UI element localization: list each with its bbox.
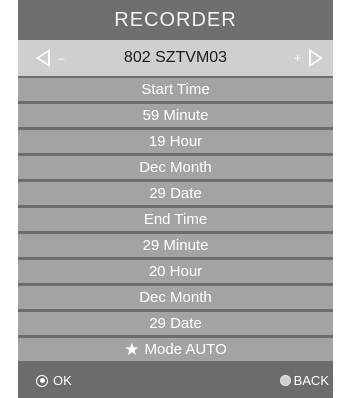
plus-sign: + (293, 51, 301, 65)
start-minute-item[interactable]: 59 Minute (18, 104, 333, 127)
channel-selector[interactable]: – 802 SZTVM03 + (18, 40, 333, 76)
recorder-panel: RECORDER – 802 SZTVM03 + Start Time 59 M… (18, 0, 333, 398)
page-title: RECORDER (114, 8, 237, 31)
start-hour-item[interactable]: 19 Hour (18, 130, 333, 153)
start-month-item[interactable]: Dec Month (18, 156, 333, 179)
end-date-item[interactable]: 29 Date (18, 312, 333, 335)
start-date-item[interactable]: 29 Date (18, 182, 333, 205)
ok-circle-icon (36, 374, 48, 387)
triangle-left-icon (36, 49, 50, 67)
triangle-right-icon (309, 49, 323, 67)
channel-prev-button[interactable]: – (36, 48, 65, 68)
ok-label: OK (53, 373, 72, 388)
back-dot-icon (279, 375, 291, 386)
end-hour-item[interactable]: 20 Hour (18, 260, 333, 283)
mode-item[interactable]: ★ Mode AUTO (18, 338, 333, 361)
back-label: BACK (293, 373, 329, 388)
end-minute-item[interactable]: 29 Minute (18, 234, 333, 257)
recorder-settings-list: Start Time 59 Minute 19 Hour Dec Month 2… (18, 78, 333, 364)
end-time-header: End Time (18, 208, 333, 231)
end-month-item[interactable]: Dec Month (18, 286, 333, 309)
mode-label: Mode AUTO (144, 341, 227, 358)
start-time-header: Start Time (18, 78, 333, 101)
minus-sign: – (58, 51, 65, 65)
channel-next-button[interactable]: + (294, 48, 323, 68)
title-bar: RECORDER (18, 0, 333, 40)
ok-button[interactable]: OK (36, 373, 72, 388)
footer-bar: OK BACK (18, 364, 333, 398)
channel-name: 802 SZTVM03 (123, 49, 228, 66)
star-icon: ★ (124, 339, 140, 359)
back-button[interactable]: BACK (279, 373, 329, 388)
